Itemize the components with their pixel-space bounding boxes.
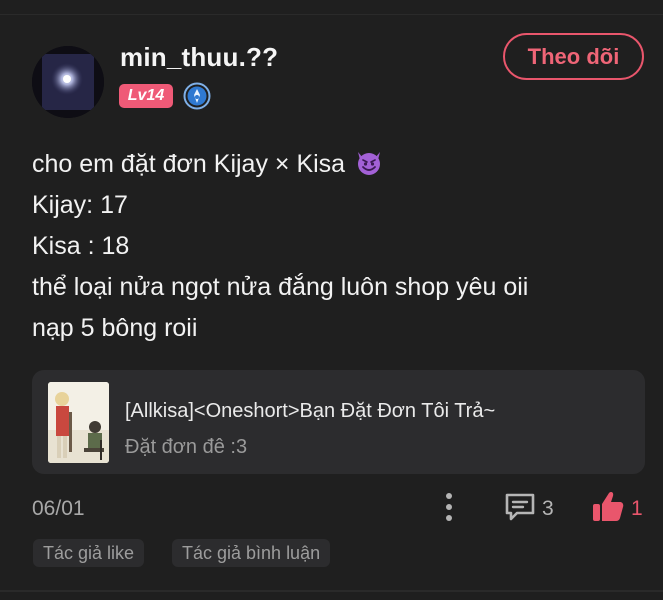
post-line: nạp 5 bông roii	[32, 314, 198, 342]
comment-count: 3	[542, 497, 554, 520]
smiling-devil-icon	[354, 148, 384, 176]
comment-icon	[505, 493, 535, 521]
follow-button[interactable]: Theo dõi	[503, 33, 644, 80]
author-comment-tag: Tác giả bình luận	[172, 539, 331, 567]
comment-card: min_thuu.?? Lv14 Theo dõi cho em đặt đơn…	[0, 0, 663, 600]
top-divider	[0, 14, 663, 15]
avatar[interactable]	[32, 46, 104, 118]
post-body: cho em đặt đơn Kijay × Kisa Kijay: 17 Ki…	[32, 144, 642, 349]
verified-badge-icon	[183, 82, 211, 110]
post-line: Kijay: 17	[32, 191, 128, 219]
like-count: 1	[631, 497, 643, 520]
story-cover-image	[48, 382, 109, 463]
post-date: 06/01	[32, 497, 85, 520]
author-like-tag: Tác giả like	[33, 539, 145, 567]
story-link-card[interactable]: [Allkisa]<Oneshort>Bạn Đặt Đơn Tôi Trả~ …	[32, 370, 645, 474]
post-line: Kisa : 18	[32, 232, 130, 260]
post-line: cho em đặt đơn Kijay × Kisa	[32, 144, 642, 185]
comment-button[interactable]	[503, 491, 563, 525]
post-line: thể loại nửa ngọt nửa đắng luôn shop yêu…	[32, 273, 529, 301]
story-title[interactable]: [Allkisa]<Oneshort>Bạn Đặt Đơn Tôi Trả~	[125, 400, 495, 423]
username[interactable]: min_thuu.??	[120, 42, 278, 73]
level-badge: Lv14	[119, 84, 173, 108]
more-options-icon[interactable]	[440, 490, 458, 524]
bottom-divider	[0, 590, 663, 592]
story-subtitle: Đặt đơn đê :3	[125, 436, 248, 458]
thumbs-up-icon	[593, 492, 624, 521]
